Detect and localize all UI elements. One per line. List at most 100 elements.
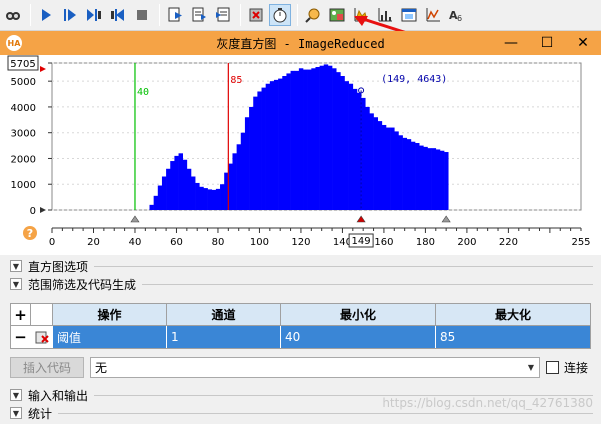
cursor-slider-handle[interactable] <box>356 215 366 223</box>
minimize-button[interactable]: — <box>493 31 529 55</box>
histogram-bar <box>195 182 200 210</box>
image-icon[interactable] <box>326 4 348 26</box>
toolbar: A6 <box>0 0 601 44</box>
histogram-bar <box>273 79 279 210</box>
histogram-bar <box>385 127 391 210</box>
cell-operation[interactable]: 阈值 <box>53 326 167 348</box>
min-slider-handle[interactable] <box>130 215 140 223</box>
histogram-bar <box>232 153 237 210</box>
histogram-bar <box>207 189 213 210</box>
histogram-bar <box>257 91 262 210</box>
close-button[interactable]: ✕ <box>565 31 601 55</box>
toolbar-separator <box>240 4 241 26</box>
histogram-bar <box>394 131 399 210</box>
stop-icon[interactable] <box>131 4 153 26</box>
connect-checkbox[interactable]: 连接 <box>546 359 588 376</box>
histogram-bar <box>298 68 304 210</box>
histogram-bar <box>352 88 358 210</box>
x-tick-label: 180 <box>416 237 435 248</box>
maximize-button[interactable]: ☐ <box>529 31 565 55</box>
chevron-down-icon[interactable]: ▼ <box>523 358 539 377</box>
histogram-chart[interactable]: 5705 5000 4000 3000 2000 1000 0 0 20 40 60 80 100 12… <box>0 55 601 255</box>
remove-row-button[interactable]: − <box>11 326 31 348</box>
y-tick-label: 5000 <box>11 77 36 88</box>
range-table: + 操作 通道 最小化 最大化 − 阈值 1 40 85 <box>10 303 591 349</box>
step-back-icon[interactable] <box>107 4 129 26</box>
histogram-bar <box>365 106 370 210</box>
column-header-min: 最小化 <box>281 304 436 325</box>
x-tick-label: 80 <box>212 237 225 248</box>
add-row-button[interactable]: + <box>11 304 31 325</box>
histogram-bar <box>402 137 408 210</box>
histogram-bar <box>381 124 387 210</box>
timer-icon[interactable] <box>269 4 291 26</box>
y-tick-label: 3000 <box>11 129 36 140</box>
histogram-bar <box>406 139 412 210</box>
x-tick-label: 0 <box>49 237 55 248</box>
window-titlebar[interactable]: HA 灰度直方图 - ImageReduced — ☐ ✕ <box>0 31 601 55</box>
histogram-bar <box>157 185 163 210</box>
histogram-bar <box>286 73 291 211</box>
histogram-bar <box>415 143 420 210</box>
ocr-icon[interactable]: A6 <box>446 4 468 26</box>
histogram-bar <box>211 189 217 210</box>
histogram-bar <box>431 148 437 210</box>
step-icon[interactable] <box>59 4 81 26</box>
histogram-bar <box>294 70 300 211</box>
reset-icon[interactable] <box>245 4 267 26</box>
table-row[interactable]: − 阈值 1 40 85 <box>11 326 590 348</box>
operation-select[interactable]: 无 ▼ <box>90 357 540 378</box>
next-icon[interactable] <box>188 4 210 26</box>
histogram-bar <box>190 176 196 210</box>
y-marker-arrow-icon[interactable] <box>40 207 46 213</box>
insert-icon[interactable] <box>164 4 186 26</box>
step-over-icon[interactable] <box>83 4 105 26</box>
cell-max[interactable]: 85 <box>436 326 590 348</box>
checkbox-box[interactable] <box>546 361 559 374</box>
insert-code-button[interactable]: 插入代码 <box>10 357 84 378</box>
cell-min[interactable]: 40 <box>281 326 436 348</box>
max-threshold-label: 85 <box>230 75 242 86</box>
breakpoint-icon[interactable] <box>212 4 234 26</box>
section-hist-options[interactable]: ▼ 直方图选项 <box>0 257 601 275</box>
run-icon[interactable] <box>35 4 57 26</box>
delete-row-icon[interactable] <box>31 326 53 348</box>
histogram-bar <box>377 121 383 210</box>
x-tick-label: 40 <box>129 237 142 248</box>
divider <box>142 283 593 285</box>
section-range-filter[interactable]: ▼ 范围筛选及代码生成 <box>0 275 601 293</box>
histogram-bar <box>249 106 254 210</box>
histogram-bar <box>439 150 445 210</box>
camera-icon[interactable] <box>2 4 24 26</box>
histogram-bar <box>170 161 175 210</box>
histogram-bar <box>174 155 179 210</box>
y-axis-ticks: 5705 5000 4000 3000 2000 1000 0 <box>7 55 52 217</box>
y-marker-arrow-icon[interactable] <box>40 66 46 72</box>
histogram-bar <box>332 68 337 210</box>
histogram-bar <box>435 149 441 210</box>
chevron-down-icon[interactable]: ▼ <box>10 407 22 419</box>
histogram-bar <box>303 69 308 210</box>
section-label: 输入和输出 <box>28 388 89 403</box>
histogram-bar <box>215 188 221 210</box>
x-tick-label: 160 <box>374 237 393 248</box>
chevron-down-icon[interactable]: ▼ <box>10 278 22 290</box>
cell-channel[interactable]: 1 <box>167 326 281 348</box>
operation-select-value: 无 <box>95 361 108 375</box>
histogram-bar <box>410 141 416 210</box>
zoom-icon[interactable] <box>302 4 324 26</box>
histogram-bar <box>261 87 266 210</box>
x-tick-label: 100 <box>250 237 269 248</box>
histogram-panel: 5705 5000 4000 3000 2000 1000 0 0 20 40 60 80 100 12… <box>0 55 601 255</box>
chevron-down-icon[interactable]: ▼ <box>10 260 22 272</box>
histogram-bar <box>199 186 204 210</box>
chevron-down-icon[interactable]: ▼ <box>10 389 22 401</box>
histogram-bar <box>319 65 325 210</box>
histogram-bar <box>369 113 374 210</box>
histogram-bar <box>236 144 242 210</box>
app-window: A6 HA 灰度直方图 - ImageReduced — ☐ ✕ 5705 500… <box>0 0 601 424</box>
column-header-channel: 通道 <box>167 304 281 325</box>
max-slider-handle[interactable] <box>441 215 451 223</box>
toolbar-separator <box>159 4 160 26</box>
histogram-bar <box>203 188 208 210</box>
